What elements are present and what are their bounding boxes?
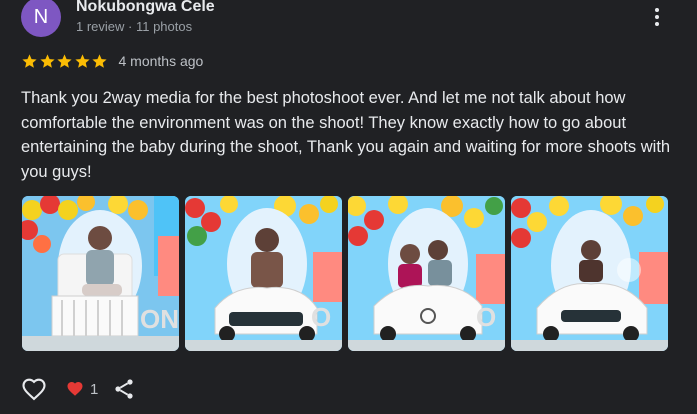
review-date: 4 months ago — [118, 53, 204, 69]
svg-text:O: O — [311, 302, 331, 332]
review-photo[interactable]: ON — [22, 196, 179, 351]
reviewer-name[interactable]: Nokubongwa Cele — [76, 0, 215, 17]
review-photo[interactable] — [511, 196, 668, 351]
star-icon — [92, 53, 107, 68]
review-card: N Nokubongwa Cele 1 review · 11 photos 4… — [0, 0, 697, 414]
reaction-count: 1 — [90, 380, 99, 398]
svg-text:O: O — [476, 302, 496, 332]
review-text: Thank you 2way media for the best photos… — [21, 89, 671, 181]
star-icon — [57, 53, 72, 68]
review-actions: 1 — [20, 375, 136, 403]
more-options-button[interactable] — [644, 4, 670, 30]
more-dot-icon — [655, 15, 659, 19]
more-dot-icon — [655, 8, 659, 12]
photo-baby-in-white-toy-car-2 — [511, 196, 668, 351]
star-rating — [21, 53, 109, 70]
photo-strip: ON O O — [22, 196, 668, 351]
review-photo[interactable]: O — [185, 196, 342, 351]
heart-outline-icon[interactable] — [20, 375, 48, 403]
photo-baby-on-white-chair: ON — [22, 196, 179, 351]
star-icon — [74, 53, 90, 68]
photo-babies-in-white-toy-car: O — [348, 196, 505, 351]
avatar-initial: N — [33, 6, 49, 28]
review-photo[interactable]: O — [348, 196, 505, 351]
svg-text:ON: ON — [140, 304, 179, 334]
star-icon — [22, 53, 37, 68]
reaction-count-group[interactable]: 1 — [66, 380, 98, 398]
more-dot-icon — [655, 22, 659, 26]
share-icon[interactable] — [112, 377, 136, 401]
red-heart-icon — [67, 382, 83, 396]
reviewer-meta: 1 review · 11 photos — [76, 19, 193, 34]
avatar[interactable]: N — [21, 0, 61, 37]
photo-baby-in-white-toy-car: O — [185, 196, 342, 351]
rating-row: 4 months ago — [21, 51, 203, 71]
star-icon — [39, 53, 55, 68]
